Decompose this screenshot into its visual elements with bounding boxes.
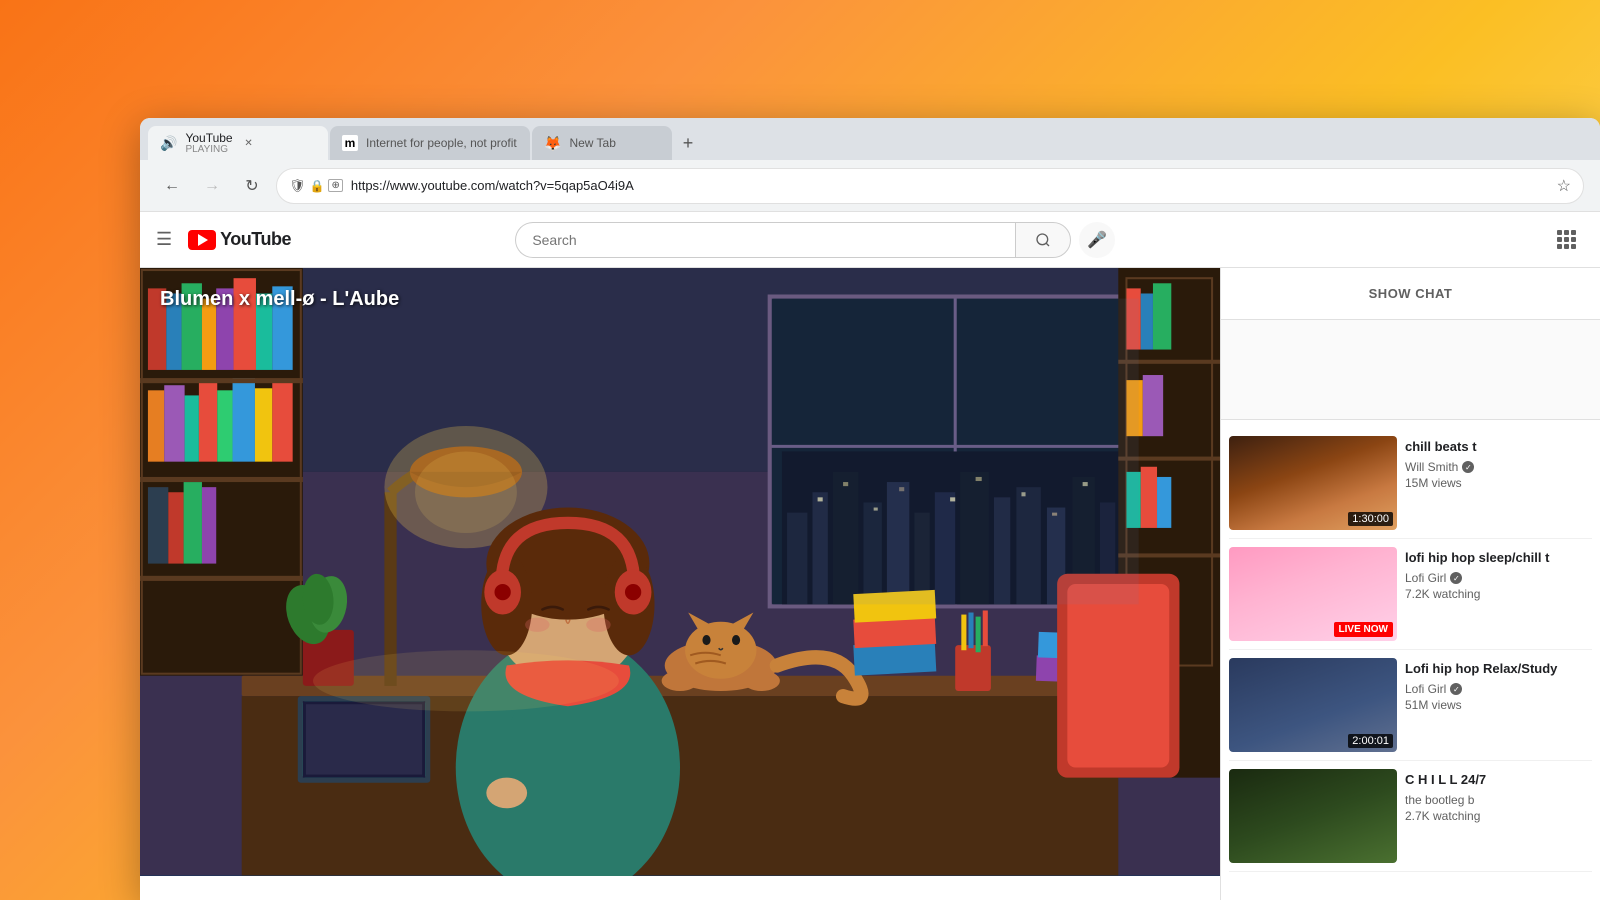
mic-button[interactable]: 🎤	[1079, 222, 1115, 258]
youtube-logo-text: YouTube	[220, 229, 291, 250]
youtube-main: Blumen x mell-ø - L'Aube SHOW CHAT 1:30:…	[140, 268, 1600, 900]
video-section: Blumen x mell-ø - L'Aube	[140, 268, 1220, 900]
tab-new-tab-title: New Tab	[569, 136, 660, 150]
verified-icon-3: ✓	[1450, 683, 1462, 695]
related-thumb-4	[1229, 769, 1397, 863]
lock-icon: 🔒	[310, 179, 325, 193]
related-video-item[interactable]: LIVE NOW lofi hip hop sleep/chill t Lofi…	[1229, 539, 1592, 650]
sidebar: SHOW CHAT 1:30:00 chill beats t	[1220, 268, 1600, 900]
search-input-wrap[interactable]	[515, 222, 1015, 258]
channel-name-2: Lofi Girl	[1405, 571, 1446, 585]
tab-mozilla-icon: m	[342, 135, 358, 151]
related-title-1: chill beats t	[1405, 438, 1592, 456]
youtube-header: ☰ YouTube 🎤	[140, 212, 1600, 268]
shield-icon: 🛡	[289, 178, 306, 194]
show-chat-button[interactable]: SHOW CHAT	[1221, 268, 1600, 320]
tab-bar: 🔊 YouTube PLAYING ✕ m Internet for peopl…	[140, 118, 1600, 160]
related-meta-3: 51M views	[1405, 698, 1592, 712]
related-info-2: lofi hip hop sleep/chill t Lofi Girl ✓ 7…	[1405, 547, 1592, 641]
video-container[interactable]: Blumen x mell-ø - L'Aube	[140, 268, 1220, 876]
tab-firefox-icon: 🦊	[544, 135, 561, 152]
tab-close-lofi[interactable]: ✕	[241, 135, 257, 151]
search-input[interactable]	[532, 232, 999, 248]
related-info-1: chill beats t Will Smith ✓ 15M views	[1405, 436, 1592, 530]
related-info-4: C H I L L 24/7 the bootleg b 2.7K watchi…	[1405, 769, 1592, 863]
tab-lofi[interactable]: 🔊 YouTube PLAYING ✕	[148, 126, 328, 160]
tracking-icon: ⊕	[328, 179, 342, 192]
tab-mozilla[interactable]: m Internet for people, not profit	[330, 126, 530, 160]
thumb-duration-3: 2:00:01	[1348, 734, 1393, 748]
related-channel-2: Lofi Girl ✓	[1405, 571, 1592, 585]
youtube-page: ☰ YouTube 🎤	[140, 212, 1600, 900]
security-icons: 🛡 🔒 ⊕	[289, 178, 343, 194]
thumb-duration-1: 1:30:00	[1348, 512, 1393, 526]
tab-new-tab[interactable]: 🦊 New Tab	[532, 126, 672, 160]
search-container: 🎤	[515, 222, 1115, 258]
address-bar[interactable]: 🛡 🔒 ⊕ https://www.youtube.com/watch?v=5q…	[276, 168, 1584, 204]
related-title-4: C H I L L 24/7	[1405, 771, 1592, 789]
chat-placeholder	[1221, 320, 1600, 420]
related-video-item[interactable]: C H I L L 24/7 the bootleg b 2.7K watchi…	[1229, 761, 1592, 872]
apps-button[interactable]	[1548, 222, 1584, 258]
tab-lofi-subtitle: PLAYING	[185, 145, 232, 155]
related-thumb-1: 1:30:00	[1229, 436, 1397, 530]
verified-icon-1: ✓	[1462, 461, 1474, 473]
live-badge-2: LIVE NOW	[1334, 622, 1393, 637]
related-meta-4: 2.7K watching	[1405, 809, 1592, 823]
back-button[interactable]: ←	[156, 170, 188, 202]
video-thumbnail	[140, 268, 1220, 876]
bookmark-button[interactable]: ☆	[1557, 176, 1571, 196]
related-thumb-3: 2:00:01	[1229, 658, 1397, 752]
apps-grid-icon	[1557, 230, 1576, 249]
url-text: https://www.youtube.com/watch?v=5qap5aO4…	[351, 178, 1549, 193]
header-right	[1548, 222, 1584, 258]
new-tab-button[interactable]: +	[674, 129, 702, 157]
forward-button[interactable]: →	[196, 170, 228, 202]
youtube-logo[interactable]: YouTube	[188, 229, 291, 250]
nav-bar: ← → ↻ 🛡 🔒 ⊕ https://www.youtube.com/watc…	[140, 160, 1600, 212]
related-channel-1: Will Smith ✓	[1405, 460, 1592, 474]
video-title-overlay: Blumen x mell-ø - L'Aube	[160, 288, 399, 311]
related-meta-2: 7.2K watching	[1405, 587, 1592, 601]
channel-name-3: Lofi Girl	[1405, 682, 1446, 696]
menu-icon[interactable]: ☰	[156, 229, 172, 250]
reload-button[interactable]: ↻	[236, 170, 268, 202]
content-area: ☰ YouTube 🎤	[140, 212, 1600, 900]
search-button[interactable]	[1015, 222, 1071, 258]
related-meta-1: 15M views	[1405, 476, 1592, 490]
verified-icon-2: ✓	[1450, 572, 1462, 584]
related-video-item[interactable]: 2:00:01 Lofi hip hop Relax/Study Lofi Gi…	[1229, 650, 1592, 761]
channel-name-4: the bootleg b	[1405, 793, 1474, 807]
channel-name-1: Will Smith	[1405, 460, 1458, 474]
youtube-logo-icon	[188, 230, 216, 250]
browser-window: 🔊 YouTube PLAYING ✕ m Internet for peopl…	[140, 118, 1600, 900]
related-info-3: Lofi hip hop Relax/Study Lofi Girl ✓ 51M…	[1405, 658, 1592, 752]
related-title-2: lofi hip hop sleep/chill t	[1405, 549, 1592, 567]
related-channel-4: the bootleg b	[1405, 793, 1592, 807]
tab-lofi-title: YouTube	[185, 131, 232, 145]
tab-mozilla-title: Internet for people, not profit	[366, 136, 518, 150]
related-videos: 1:30:00 chill beats t Will Smith ✓ 15M v…	[1221, 420, 1600, 880]
related-thumb-2: LIVE NOW	[1229, 547, 1397, 641]
related-video-item[interactable]: 1:30:00 chill beats t Will Smith ✓ 15M v…	[1229, 428, 1592, 539]
show-chat-label: SHOW CHAT	[1369, 286, 1453, 301]
tab-audio-icon: 🔊	[160, 135, 177, 152]
related-title-3: Lofi hip hop Relax/Study	[1405, 660, 1592, 678]
related-channel-3: Lofi Girl ✓	[1405, 682, 1592, 696]
